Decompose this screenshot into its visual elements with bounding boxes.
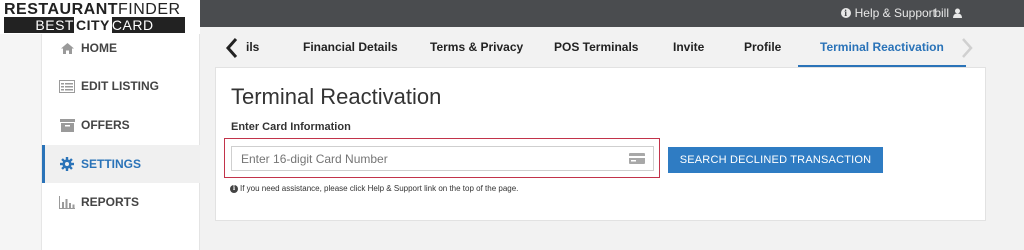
username: bill [934, 6, 949, 20]
sidebar-item-reports[interactable]: REPORTS [42, 183, 200, 221]
offers-icon [59, 118, 75, 132]
sidebar-item-home[interactable]: HOME [42, 29, 200, 67]
section-subtitle: Enter Card Information [231, 121, 351, 133]
page-title: Terminal Reactivation [231, 84, 442, 109]
sidebar-item-edit-listing[interactable]: EDIT LISTING [42, 67, 200, 105]
credit-card-icon [629, 153, 645, 164]
sidebar: HOME EDIT LISTING OFFERS SETTINGS REPORT… [0, 27, 200, 250]
help-note: i If you need assistance, please click H… [230, 184, 518, 193]
sidebar-item-label: SETTINGS [81, 157, 142, 171]
gear-icon [59, 157, 75, 171]
sidebar-item-label: EDIT LISTING [81, 79, 159, 93]
sidebar-item-label: REPORTS [81, 195, 140, 209]
tab-financial-details[interactable]: Financial Details [303, 27, 398, 68]
tab-profile[interactable]: Profile [744, 27, 781, 68]
terminal-reactivation-panel: Terminal Reactivation Enter Card Informa… [215, 67, 986, 221]
chevron-left-icon[interactable] [225, 37, 239, 59]
help-support-link[interactable]: i Help & Support [840, 6, 936, 20]
help-note-text: If you need assistance, please click Hel… [240, 184, 519, 193]
user-icon [953, 8, 962, 18]
tab-terminal-reactivation[interactable]: Terminal Reactivation [798, 27, 966, 68]
settings-tab-bar: ils Financial Details Terms & Privacy PO… [215, 27, 985, 68]
tab-pos-terminals[interactable]: POS Terminals [554, 27, 638, 68]
logo-line-2: BEST CITY CARD [4, 17, 185, 33]
card-input-highlight [224, 138, 660, 178]
sidebar-item-settings[interactable]: SETTINGS [42, 145, 200, 183]
home-icon [59, 41, 75, 55]
info-icon: i [230, 184, 238, 193]
help-support-label: Help & Support [854, 6, 936, 20]
sidebar-gutter [0, 27, 42, 250]
sidebar-item-offers[interactable]: OFFERS [42, 106, 200, 144]
brand-logo[interactable]: RESTAURANTFINDER BEST CITY CARD [0, 0, 200, 34]
info-icon: i [840, 8, 851, 18]
sidebar-item-label: OFFERS [81, 118, 130, 132]
sidebar-item-label: HOME [81, 41, 117, 55]
chevron-right-icon[interactable] [960, 37, 974, 59]
tab-terms-privacy[interactable]: Terms & Privacy [430, 27, 523, 68]
listing-icon [59, 79, 75, 93]
tab-details[interactable]: ils [246, 27, 259, 68]
tab-invite[interactable]: Invite [673, 27, 704, 68]
bar-chart-icon [59, 195, 75, 209]
card-number-input[interactable] [231, 146, 654, 171]
user-menu[interactable]: bill [934, 6, 962, 20]
search-declined-transaction-button[interactable]: SEARCH DECLINED TRANSACTION [668, 147, 883, 173]
